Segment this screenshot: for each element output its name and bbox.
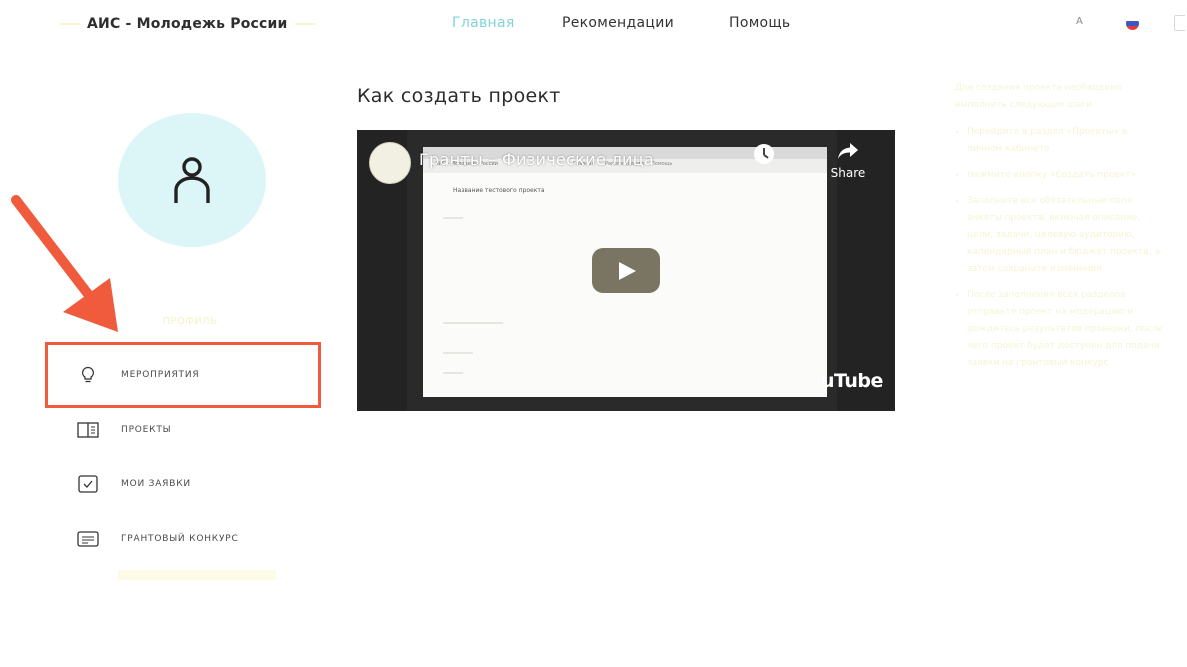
avatar[interactable] [118, 113, 266, 247]
video-player[interactable]: АИС - Молодежь России Главная Рекомендац… [357, 130, 895, 411]
sidebar-item-label: ПРОЕКТЫ [121, 425, 172, 435]
red-arrow-annotation [11, 195, 118, 332]
page-title: Как создать проект [357, 85, 561, 107]
top-navbar: АИС - Молодежь России Главная Рекомендац… [0, 0, 1187, 48]
play-button[interactable] [592, 248, 660, 293]
logout-icon[interactable] [1174, 15, 1185, 31]
share-label: Share [830, 166, 866, 180]
instructions-panel: Для создания проекта необходимо выполнит… [955, 80, 1165, 381]
sidebar-item-grant-contest[interactable]: ГРАНТОВЫЙ КОНКУРС [77, 527, 239, 551]
logo-right-line [294, 23, 315, 25]
video-inner-heading: Название тестового проекта [453, 187, 545, 194]
sidebar-item-my-applications[interactable]: МОИ ЗАЯВКИ [77, 472, 191, 496]
instructions-list: Перейдите в раздел «Проекты» в личном ка… [955, 124, 1165, 372]
sidebar-item-events[interactable]: МЕРОПРИЯТИЯ [77, 363, 199, 387]
video-inner-line [443, 352, 473, 354]
sidebar-item-label: ГРАНТОВЫЙ КОНКУРС [121, 534, 239, 544]
video-inner-line [443, 217, 463, 219]
nav-home[interactable]: Главная [452, 15, 515, 31]
video-inner-line [443, 372, 463, 374]
sidebar-item-label: МОИ ЗАЯВКИ [121, 479, 191, 489]
sidebar-item-label: МЕРОПРИЯТИЯ [121, 370, 200, 380]
share-button[interactable]: Share [828, 142, 868, 180]
video-inner-nav: Помощь [651, 161, 673, 167]
list-item: Нажмите кнопку «Создать проект» [967, 167, 1165, 184]
book-icon [77, 420, 99, 440]
channel-avatar[interactable] [369, 142, 411, 184]
share-arrow-icon [838, 143, 858, 159]
nav-recommendations[interactable]: Рекомендации [562, 15, 674, 31]
sidebar-item-projects[interactable]: ПРОЕКТЫ [77, 418, 171, 442]
logo[interactable]: АИС - Молодежь России [60, 14, 315, 34]
list-item: После заполнения всех разделов отправьте… [967, 287, 1165, 372]
lightbulb-icon [77, 365, 99, 385]
logo-left-line [60, 23, 80, 25]
russian-flag-icon[interactable] [1126, 17, 1139, 30]
list-item: Заполните все обязательные поля анкеты п… [967, 193, 1165, 278]
watch-later-icon[interactable] [754, 144, 774, 164]
youtube-logo[interactable]: uTube [821, 370, 883, 392]
nav-help[interactable]: Помощь [729, 15, 790, 31]
font-size-toggle[interactable]: A [1076, 16, 1083, 27]
video-inner-line [443, 322, 503, 324]
profile-label[interactable]: ПРОФИЛЬ [145, 316, 235, 327]
checkbox-icon [77, 474, 99, 494]
video-title[interactable]: Гранты – Физические лица [419, 150, 654, 169]
logo-text: АИС - Молодежь России [87, 16, 288, 32]
user-icon [174, 157, 210, 203]
list-item: Перейдите в раздел «Проекты» в личном ка… [967, 124, 1165, 158]
sidebar-faded-item [118, 570, 276, 580]
instructions-intro: Для создания проекта необходимо выполнит… [955, 83, 1123, 110]
certificate-icon [77, 529, 99, 549]
